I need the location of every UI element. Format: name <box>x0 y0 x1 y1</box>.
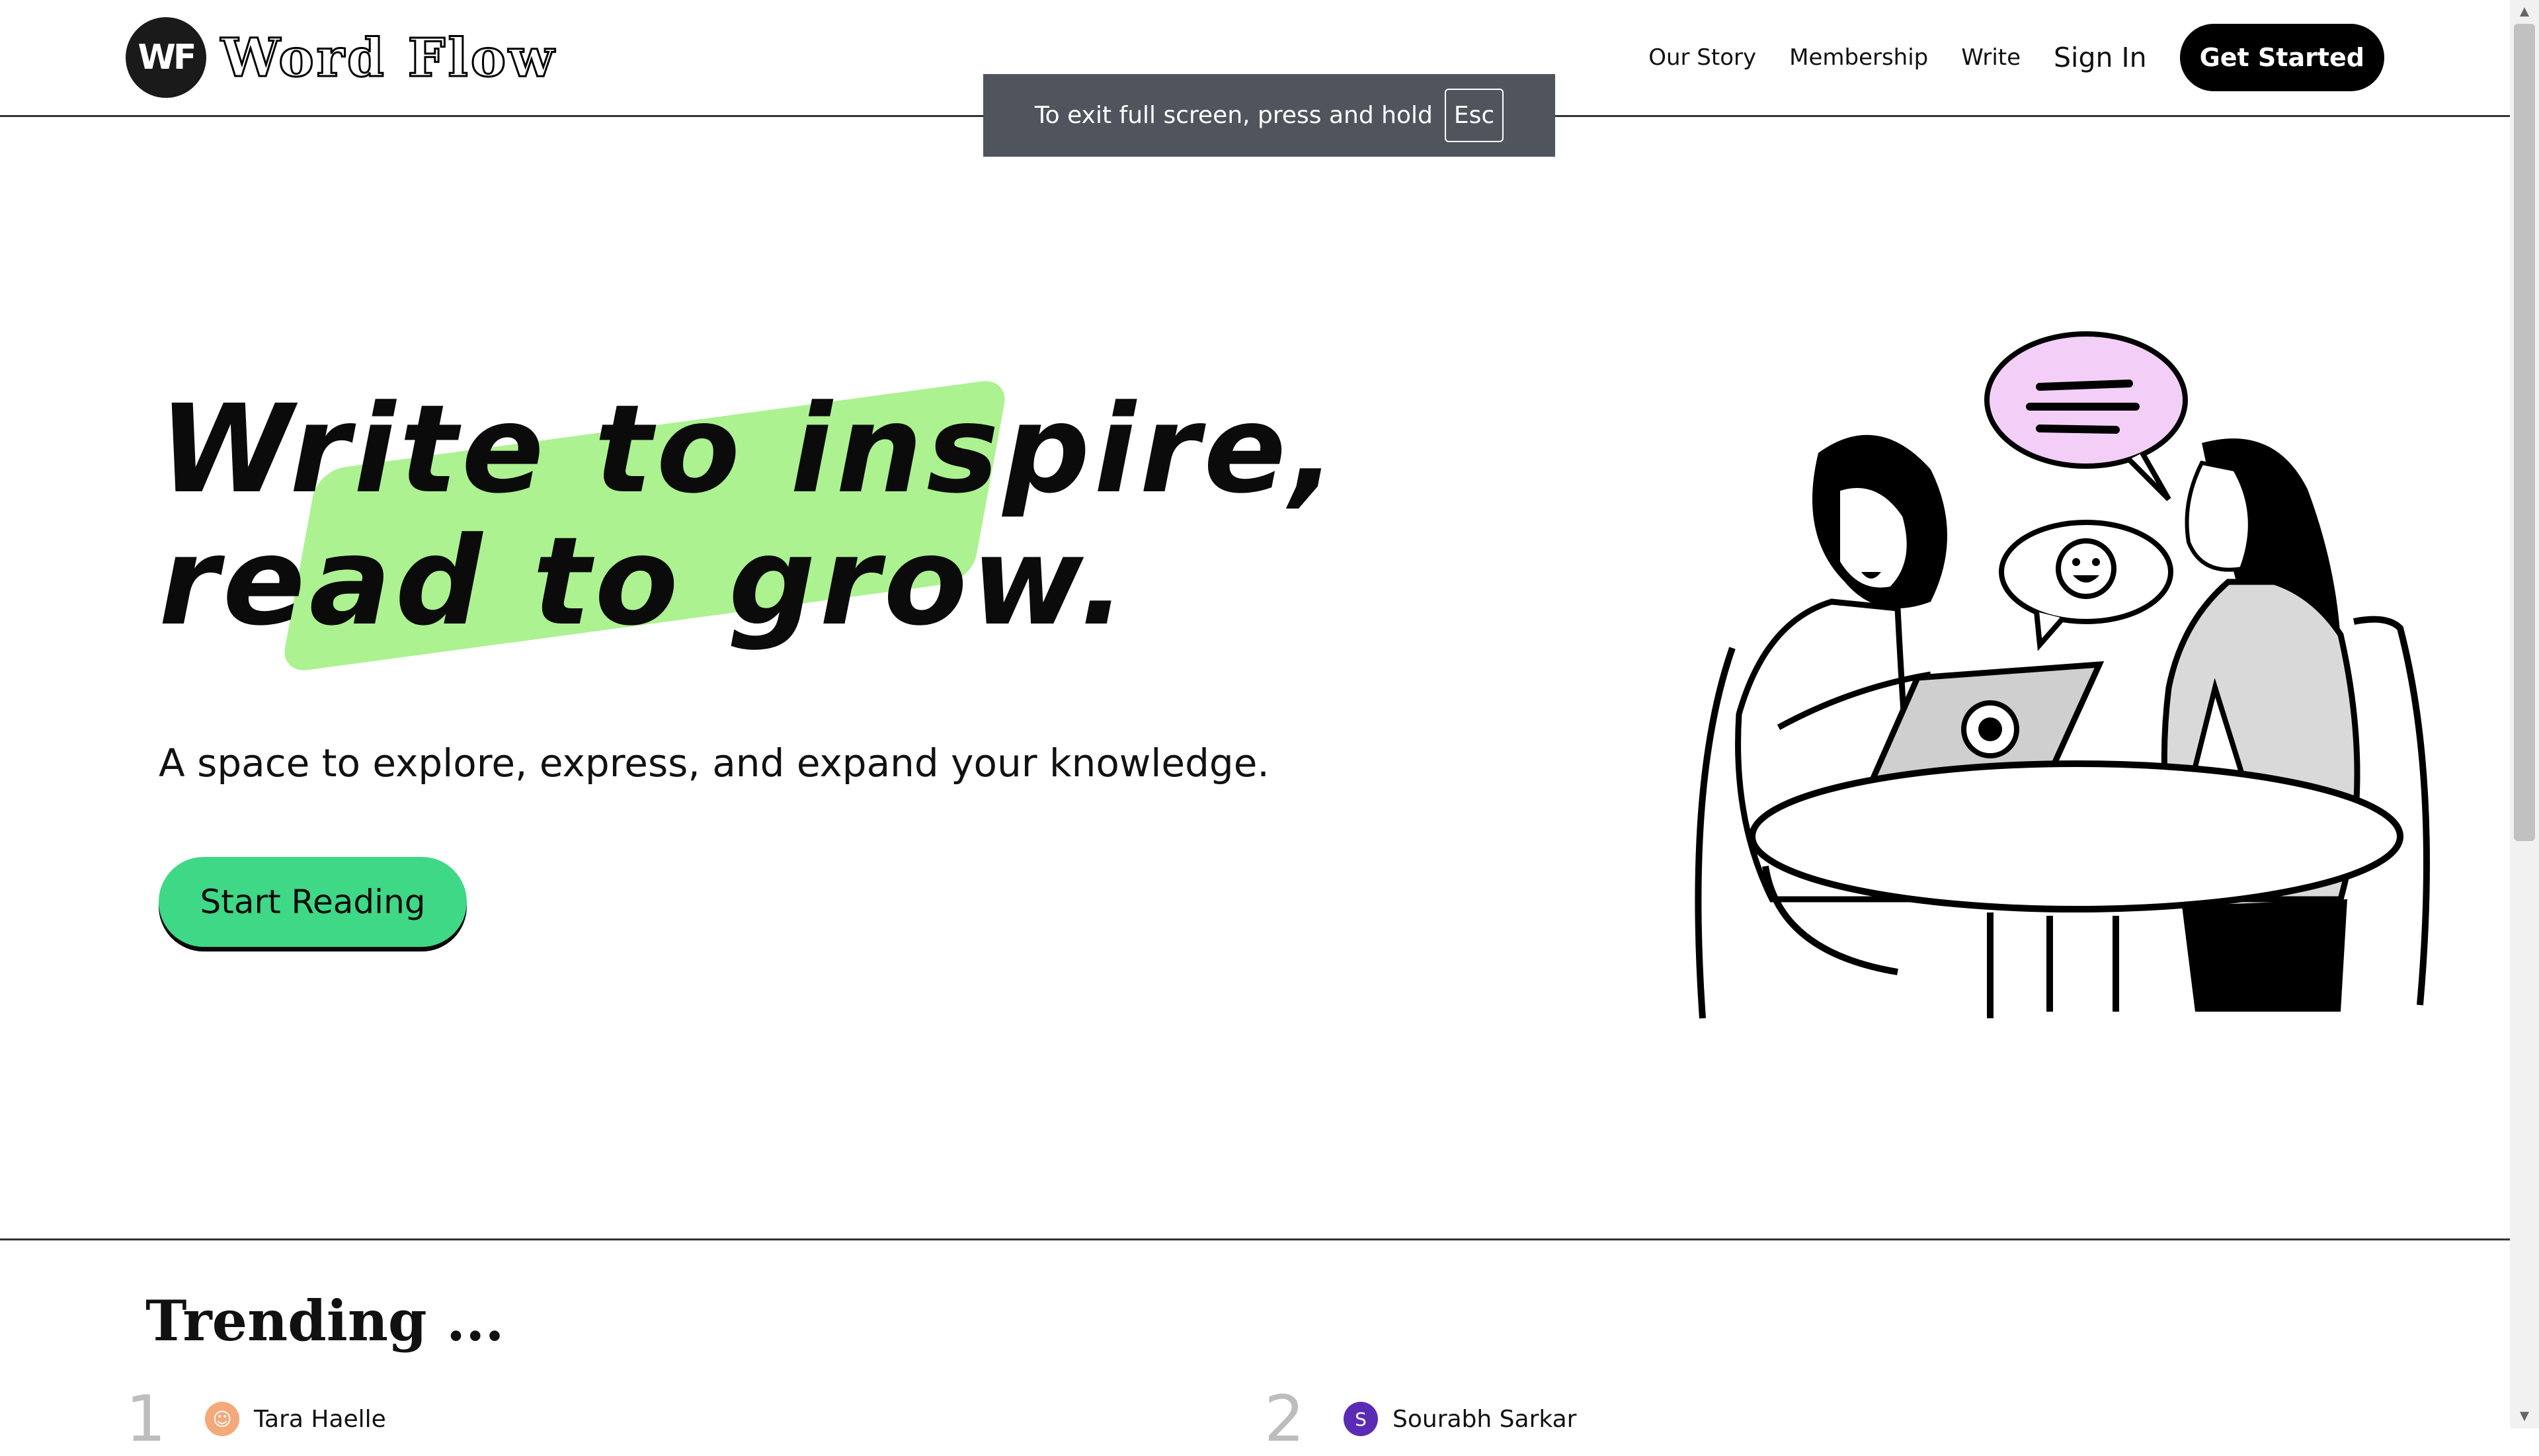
brand-name: Word Flow <box>220 26 557 90</box>
esc-key-badge: Esc <box>1444 89 1504 142</box>
hero-title-line1: Write to inspire, <box>159 379 1341 520</box>
page-scrollbar[interactable]: ▲ ▼ <box>2510 0 2539 1428</box>
main-nav: Our Story Membership Write Sign In Get S… <box>1615 24 2384 91</box>
avatar: S <box>1344 1402 1378 1436</box>
tara-avatar-icon: ☺ <box>205 1402 239 1436</box>
trending-item[interactable]: 1 ☺ Tara Haelle <box>126 1382 386 1456</box>
author-name[interactable]: Sourabh Sarkar <box>1392 1406 1576 1433</box>
author-name[interactable]: Tara Haelle <box>254 1406 386 1433</box>
logo-mark-icon: WF <box>126 17 206 98</box>
scrollbar-thumb[interactable] <box>2514 24 2535 841</box>
get-started-button[interactable]: Get Started <box>2179 24 2384 91</box>
chevron-up-icon[interactable]: ▲ <box>2510 0 2539 24</box>
trending-rank: 1 <box>126 1382 167 1456</box>
trending-heading: Trending ... <box>145 1288 504 1354</box>
chevron-down-icon[interactable]: ▼ <box>2510 1404 2539 1428</box>
hero-title: Write to inspire, read to grow. <box>159 384 1340 648</box>
nav-membership[interactable]: Membership <box>1789 44 1928 71</box>
brand-logo[interactable]: WF Word Flow <box>126 17 557 98</box>
start-reading-button[interactable]: Start Reading <box>159 857 467 947</box>
section-divider <box>0 1238 2510 1240</box>
fullscreen-exit-toast: To exit full screen, press and hold Esc <box>983 74 1555 157</box>
trending-rank: 2 <box>1264 1382 1305 1456</box>
toast-text: To exit full screen, press and hold <box>1034 102 1433 129</box>
two-people-chatting-illustration <box>1695 331 2430 1019</box>
nav-write[interactable]: Write <box>1961 44 2021 71</box>
nav-our-story[interactable]: Our Story <box>1648 44 1756 71</box>
hero-subtitle: A space to explore, express, and expand … <box>159 741 1270 786</box>
trending-item[interactable]: 2 S Sourabh Sarkar <box>1264 1382 1576 1456</box>
hero-title-line2: read to grow. <box>159 511 1130 653</box>
sign-in-link[interactable]: Sign In <box>2054 42 2147 73</box>
